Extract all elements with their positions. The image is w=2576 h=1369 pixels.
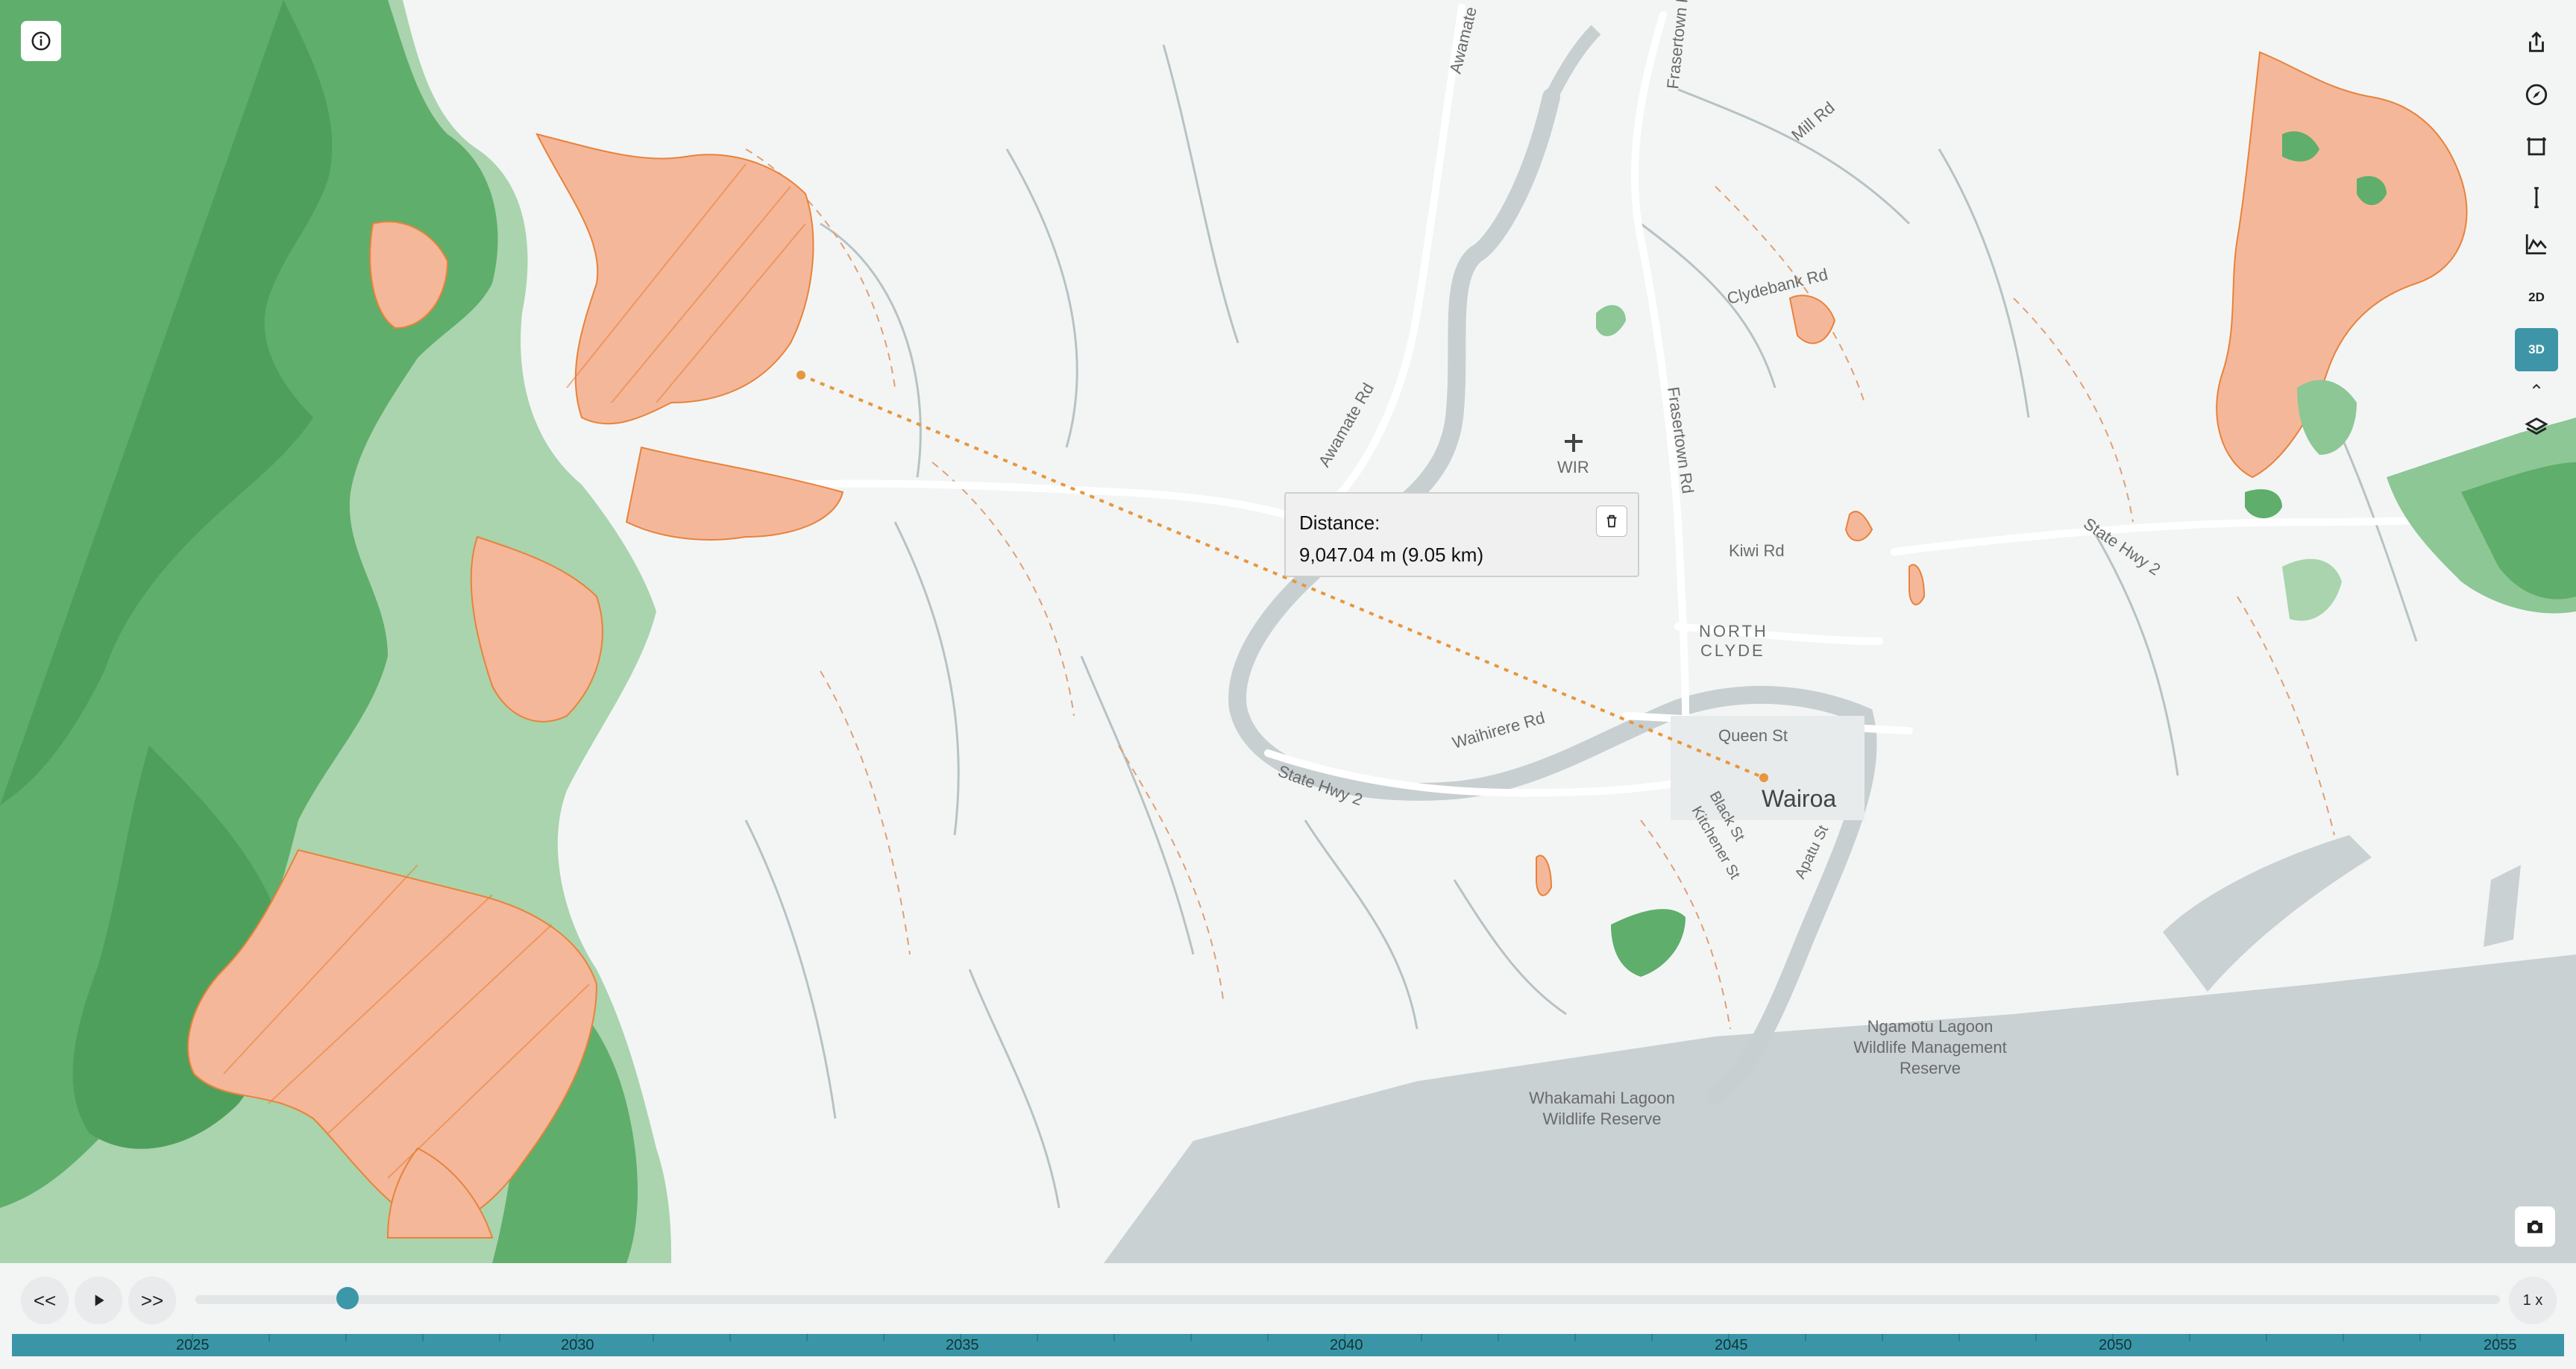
- year-label-2040: 2040: [1330, 1337, 1363, 1353]
- screenshot-button[interactable]: [2515, 1206, 2555, 1247]
- reserve-label-ngamotu-line2: Wildlife Management: [1853, 1038, 2006, 1057]
- reserve-label-ngamotu-line1: Ngamotu Lagoon: [1867, 1017, 1994, 1036]
- reserve-label-whakamahi-line1: Whakamahi Lagoon: [1529, 1089, 1675, 1107]
- area-measure-button[interactable]: [2515, 125, 2558, 169]
- lagoon-east: [2163, 835, 2372, 992]
- suburb-label-line2: CLYDE: [1700, 641, 1765, 660]
- playback-speed-button[interactable]: 1 x: [2509, 1277, 2557, 1324]
- fast-forward-button[interactable]: >>: [128, 1277, 176, 1324]
- share-button[interactable]: [2515, 21, 2558, 64]
- distance-popup: Distance: 9,047.04 m (9.05 km): [1284, 492, 1639, 577]
- 2d-view-button[interactable]: 2D: [2515, 276, 2558, 319]
- info-button[interactable]: [21, 21, 61, 61]
- dashed-boundaries: [745, 148, 2335, 1030]
- reserve-label-whakamahi-line2: Wildlife Reserve: [1543, 1110, 1662, 1128]
- timeline-handle[interactable]: [336, 1287, 359, 1309]
- suburb-label-line1: NORTH: [1699, 622, 1768, 641]
- compass-icon: [2525, 84, 2548, 106]
- airport-icon: [1565, 434, 1583, 452]
- river-branch: [1545, 25, 1601, 101]
- year-scale-bar: [12, 1334, 2564, 1356]
- road-label-kiwi-rd: Kiwi Rd: [1729, 541, 1785, 560]
- area-measure-icon: [2527, 137, 2546, 156]
- year-label-2030: 2030: [561, 1337, 594, 1353]
- compass-button[interactable]: [2515, 73, 2558, 116]
- road-label-frasertown-north: Frasertown Rd: [1663, 0, 1693, 90]
- lagoon-east-2: [2484, 865, 2521, 947]
- 2d-view-label: 2D: [2528, 290, 2545, 304]
- ruler-button[interactable]: [2515, 176, 2558, 219]
- delete-measurement-button[interactable]: [1596, 506, 1627, 537]
- year-ticks: [192, 1334, 2498, 1341]
- road-label-awamate: Awamate: [1446, 5, 1480, 76]
- airport-code-label: WIR: [1557, 458, 1589, 476]
- 3d-view-button[interactable]: 3D: [2515, 328, 2558, 371]
- rewind-button[interactable]: <<: [21, 1277, 69, 1324]
- road-label-queen-st: Queen St: [1718, 726, 1788, 745]
- reserve-label-ngamotu-line3: Reserve: [1900, 1059, 1961, 1077]
- measure-start-point[interactable]: [797, 371, 805, 380]
- timeline-track[interactable]: [195, 1295, 2500, 1304]
- town-label: Wairoa: [1762, 785, 1836, 812]
- chevron-up-icon: [2532, 383, 2541, 389]
- year-label-2045: 2045: [1715, 1337, 1748, 1353]
- play-icon: [95, 1294, 104, 1306]
- map-canvas[interactable]: Awamate Frasertown Rd Mill Rd Clydebank …: [0, 0, 2576, 1263]
- year-label-2055: 2055: [2484, 1337, 2517, 1353]
- collapse-toolbar-button[interactable]: [2515, 373, 2558, 400]
- distance-value: 9,047.04 m (9.05 km): [1299, 544, 1484, 566]
- elevation-profile-icon: [2525, 234, 2547, 255]
- year-label-2025: 2025: [176, 1337, 210, 1353]
- camera-icon: [2528, 1220, 2542, 1233]
- layers-icon: [2525, 418, 2548, 435]
- road-label-mill-rd: Mill Rd: [1788, 98, 1838, 144]
- layers-button[interactable]: [2515, 406, 2558, 449]
- 3d-view-label: 3D: [2528, 342, 2545, 356]
- distance-label: Distance:: [1299, 512, 1380, 534]
- sea: [1104, 954, 2576, 1263]
- ruler-icon: [2534, 186, 2539, 209]
- road-label-waihirere-rd: Waihirere Rd: [1450, 708, 1547, 752]
- share-icon: [2529, 31, 2544, 52]
- year-label-2035: 2035: [946, 1337, 979, 1353]
- info-icon: [31, 31, 51, 51]
- trash-icon: [1606, 514, 1617, 528]
- elevation-profile-button[interactable]: [2515, 222, 2558, 265]
- year-label-2050: 2050: [2099, 1337, 2132, 1353]
- measure-end-point[interactable]: [1759, 773, 1768, 782]
- play-button[interactable]: [75, 1277, 122, 1324]
